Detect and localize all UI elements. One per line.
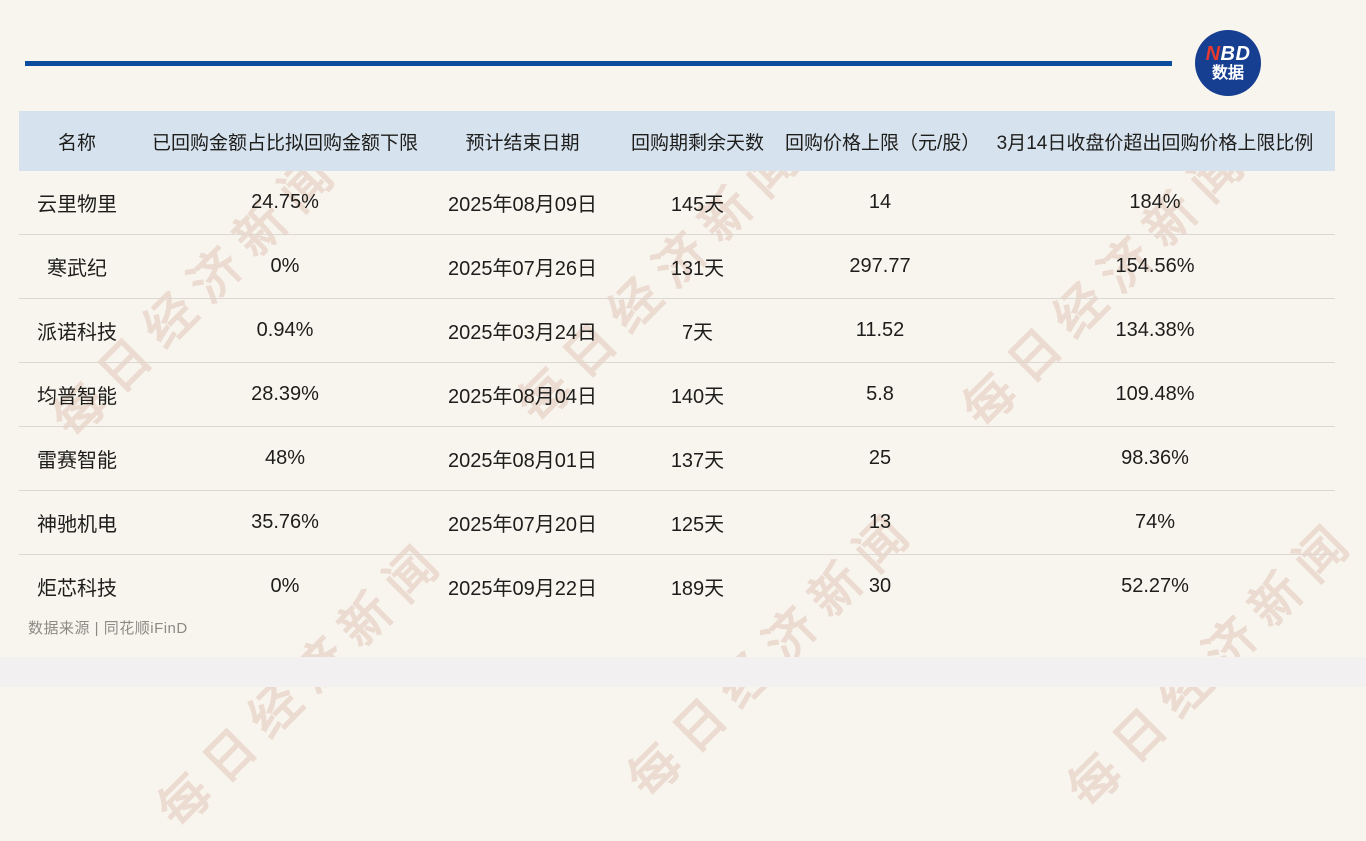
table-cell: 2025年08月01日 (435, 426, 610, 491)
table-cell: 神驰机电 (19, 490, 135, 555)
table-cell: 134.38% (975, 298, 1335, 363)
table-cell: 0% (135, 554, 435, 618)
table-row: 神驰机电 35.76% 2025年07月20日 125天 13 74% (19, 490, 1335, 555)
table-cell: 137天 (610, 426, 785, 491)
table-row: 云里物里 24.75% 2025年08月09日 145天 14 184% (19, 171, 1335, 235)
table-body: 云里物里 24.75% 2025年08月09日 145天 14 184% 寒武纪 0% 2025… (19, 171, 1335, 618)
table-cell: 炬芯科技 (19, 554, 135, 618)
table-cell: 98.36% (975, 426, 1335, 491)
table-header-row: 名称 已回购金额占比拟回购金额下限 预计结束日期 回购期剩余天数 回购价格上限（… (19, 111, 1335, 171)
table-row: 寒武纪 0% 2025年07月26日 131天 297.77 154.56% (19, 234, 1335, 299)
brand-rule (25, 61, 1172, 66)
table-row: 炬芯科技 0% 2025年09月22日 189天 30 52.27% (19, 554, 1335, 618)
table-cell: 2025年08月09日 (448, 194, 597, 216)
col-header-repurchased-ratio: 已回购金额占比拟回购金额下限 (135, 111, 435, 171)
bottom-strip (0, 657, 1366, 687)
table-cell: 109.48% (975, 362, 1335, 427)
table-cell: 154.56% (975, 234, 1335, 299)
table-cell: 云里物里 (37, 194, 117, 216)
table-cell: 145天 (670, 194, 725, 216)
col-header-price-cap: 回购价格上限（元/股） (785, 111, 980, 171)
table-cell: 7天 (610, 298, 785, 363)
buyback-table: 名称 已回购金额占比拟回购金额下限 预计结束日期 回购期剩余天数 回购价格上限（… (19, 111, 1335, 618)
table-cell: 2025年09月22日 (435, 554, 610, 618)
table-row: 雷赛智能 48% 2025年08月01日 137天 25 98.36% (19, 426, 1335, 491)
col-header-name: 名称 (19, 111, 135, 171)
col-header-days-remaining: 回购期剩余天数 (610, 111, 785, 171)
table-cell: 13 (785, 490, 975, 555)
table-cell: 2025年08月04日 (435, 362, 610, 427)
table-cell: 寒武纪 (19, 234, 135, 299)
table-cell: 74% (975, 490, 1335, 555)
nbd-logo: NBD 数据 (1195, 30, 1261, 96)
table-cell: 14 (868, 191, 892, 213)
table-cell: 297.77 (785, 234, 975, 299)
table-cell: 52.27% (975, 554, 1335, 618)
table-cell: 雷赛智能 (19, 426, 135, 491)
table-cell: 140天 (610, 362, 785, 427)
nbd-logo-letters-bd: BD (1220, 42, 1251, 65)
table-row: 均普智能 28.39% 2025年08月04日 140天 5.8 109.48% (19, 362, 1335, 427)
table-cell: 24.75% (251, 191, 319, 213)
table-cell: 0% (135, 234, 435, 299)
table-cell: 30 (785, 554, 975, 618)
table-cell: 0.94% (135, 298, 435, 363)
table-cell: 35.76% (135, 490, 435, 555)
nbd-logo-subtext: 数据 (1211, 64, 1244, 82)
table-cell: 48% (135, 426, 435, 491)
buyback-table-container: 名称 已回购金额占比拟回购金额下限 预计结束日期 回购期剩余天数 回购价格上限（… (19, 111, 1335, 618)
table-cell: 28.39% (135, 362, 435, 427)
table-cell: 184% (1129, 191, 1181, 213)
data-source-note: 数据来源 | 同花顺iFinD (28, 620, 188, 637)
table-cell: 5.8 (785, 362, 975, 427)
col-header-close-exceed-ratio: 3月14日收盘价超出回购价格上限比例 (975, 111, 1335, 171)
table-cell: 2025年07月26日 (435, 234, 610, 299)
table-row: 派诺科技 0.94% 2025年03月24日 7天 11.52 134.38% (19, 298, 1335, 363)
table-cell: 131天 (610, 234, 785, 299)
table-cell: 125天 (610, 490, 785, 555)
table-cell: 25 (785, 426, 975, 491)
nbd-logo-text: NBD (1205, 42, 1251, 65)
col-header-end-date: 预计结束日期 (435, 111, 610, 171)
table-cell: 2025年03月24日 (435, 298, 610, 363)
nbd-logo-letter-n: N (1205, 42, 1221, 65)
table-cell: 2025年07月20日 (435, 490, 610, 555)
table-cell: 189天 (610, 554, 785, 618)
table-cell: 11.52 (785, 298, 975, 363)
table-cell: 均普智能 (19, 362, 135, 427)
table-cell: 派诺科技 (19, 298, 135, 363)
